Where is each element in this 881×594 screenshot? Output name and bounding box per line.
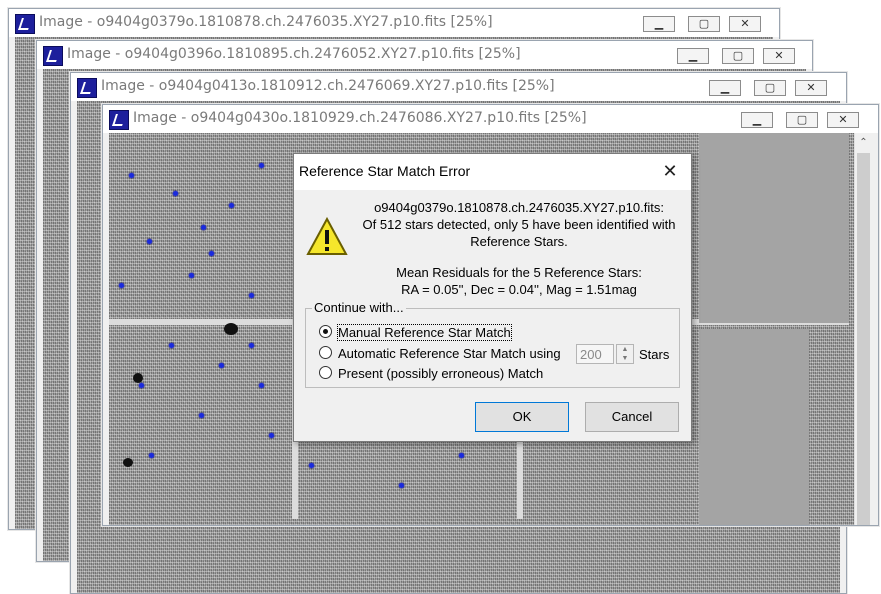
option-present-label: Present (possibly erroneous) Match [338, 366, 544, 381]
close-icon: ✕ [740, 17, 750, 30]
window-title: Image - o9404g0430o.1810929.ch.2476086.X… [133, 110, 587, 126]
maximize-icon: ▢ [764, 81, 776, 94]
window-titlebar[interactable]: Image - o9404g0430o.1810929.ch.2476086.X… [103, 105, 878, 133]
stars-label: Stars [639, 347, 670, 362]
app-image-icon [15, 14, 35, 34]
star-marker [399, 483, 404, 488]
residuals-title: Mean Residuals for the 5 Reference Stars… [396, 265, 642, 280]
star-marker [269, 433, 274, 438]
bright-star [133, 373, 143, 383]
minimize-button[interactable]: ▁ [643, 16, 675, 32]
star-marker [189, 273, 194, 278]
star-marker [119, 283, 124, 288]
star-marker [201, 225, 206, 230]
dialog-titlebar[interactable]: Reference Star Match Error ✕ [294, 154, 691, 190]
bright-star [224, 323, 238, 335]
star-marker [139, 383, 144, 388]
window-titlebar[interactable]: Image - o9404g0379o.1810878.ch.2476035.X… [9, 9, 779, 37]
stars-count-spinner[interactable]: ▲ ▼ [616, 344, 634, 364]
maximize-button[interactable]: ▢ [754, 80, 786, 96]
close-icon: ✕ [806, 81, 816, 94]
option-manual-label: Manual Reference Star Match [337, 324, 512, 341]
message-line-2: Reference Stars. [470, 234, 568, 249]
star-marker [249, 343, 254, 348]
minimize-icon: ▁ [752, 113, 762, 126]
star-marker [259, 163, 264, 168]
scroll-up-icon[interactable]: ⌃ [855, 137, 872, 148]
star-marker [209, 251, 214, 256]
maximize-icon: ▢ [796, 113, 808, 126]
window-title: Image - o9404g0396o.1810895.ch.2476052.X… [67, 46, 521, 62]
close-icon: ✕ [838, 113, 848, 126]
radio-manual[interactable] [319, 325, 332, 338]
close-icon: ✕ [774, 49, 784, 62]
star-marker [147, 239, 152, 244]
window-title: Image - o9404g0379o.1810878.ch.2476035.X… [39, 14, 493, 30]
maximize-button[interactable]: ▢ [688, 16, 720, 32]
star-marker [229, 203, 234, 208]
option-automatic-label: Automatic Reference Star Match using [338, 346, 561, 361]
star-marker [149, 453, 154, 458]
group-label: Continue with... [312, 300, 406, 315]
radio-present[interactable] [319, 366, 332, 379]
star-marker [169, 343, 174, 348]
warning-icon [306, 217, 348, 255]
app-image-icon [109, 110, 129, 130]
stars-count-input[interactable]: 200 [576, 344, 614, 364]
app-image-icon [43, 46, 63, 66]
star-marker [173, 191, 178, 196]
star-marker [459, 453, 464, 458]
option-present-match[interactable]: Present (possibly erroneous) Match [319, 366, 543, 381]
residuals-values: RA = 0.05'', Dec = 0.04'', Mag = 1.51mag [401, 282, 637, 297]
bright-star [123, 458, 133, 467]
continue-with-group: Continue with... Manual Reference Star M… [305, 300, 680, 388]
minimize-button[interactable]: ▁ [677, 48, 709, 64]
dialog-title: Reference Star Match Error [299, 163, 471, 179]
star-marker [309, 463, 314, 468]
star-marker [249, 293, 254, 298]
star-marker [219, 363, 224, 368]
minimize-icon: ▁ [720, 81, 730, 94]
close-icon[interactable]: ✕ [659, 160, 681, 182]
message-line-1: Of 512 stars detected, only 5 have been … [362, 217, 676, 232]
minimize-icon: ▁ [688, 49, 698, 62]
window-titlebar[interactable]: Image - o9404g0396o.1810895.ch.2476052.X… [37, 41, 812, 69]
close-button[interactable]: ✕ [827, 112, 859, 128]
app-image-icon [77, 78, 97, 98]
minimize-button[interactable]: ▁ [709, 80, 741, 96]
close-button[interactable]: ✕ [795, 80, 827, 96]
maximize-button[interactable]: ▢ [722, 48, 754, 64]
close-button[interactable]: ✕ [763, 48, 795, 64]
radio-automatic[interactable] [319, 346, 332, 359]
option-automatic-match[interactable]: Automatic Reference Star Match using [319, 346, 561, 361]
star-marker [199, 413, 204, 418]
star-marker [129, 173, 134, 178]
reference-star-match-error-dialog[interactable]: Reference Star Match Error ✕ o9404g0379o… [293, 153, 692, 442]
star-marker [259, 383, 264, 388]
window-title: Image - o9404g0413o.1810912.ch.2476069.X… [101, 78, 555, 94]
maximize-button[interactable]: ▢ [786, 112, 818, 128]
chip-region [699, 133, 849, 323]
vertical-scrollbar[interactable]: ⌃ [854, 133, 872, 525]
maximize-icon: ▢ [732, 49, 744, 62]
option-manual-match[interactable]: Manual Reference Star Match [319, 324, 512, 341]
message-file: o9404g0379o.1810878.ch.2476035.XY27.p10.… [374, 200, 664, 215]
spin-down-icon[interactable]: ▼ [617, 354, 633, 363]
minimize-icon: ▁ [654, 17, 664, 30]
ok-button[interactable]: OK [475, 402, 569, 432]
window-titlebar[interactable]: Image - o9404g0413o.1810912.ch.2476069.X… [71, 73, 846, 101]
cancel-button[interactable]: Cancel [585, 402, 679, 432]
close-button[interactable]: ✕ [729, 16, 761, 32]
maximize-icon: ▢ [698, 17, 710, 30]
spin-up-icon[interactable]: ▲ [617, 345, 633, 354]
chip-region [699, 329, 809, 525]
scroll-thumb[interactable] [857, 153, 870, 525]
minimize-button[interactable]: ▁ [741, 112, 773, 128]
